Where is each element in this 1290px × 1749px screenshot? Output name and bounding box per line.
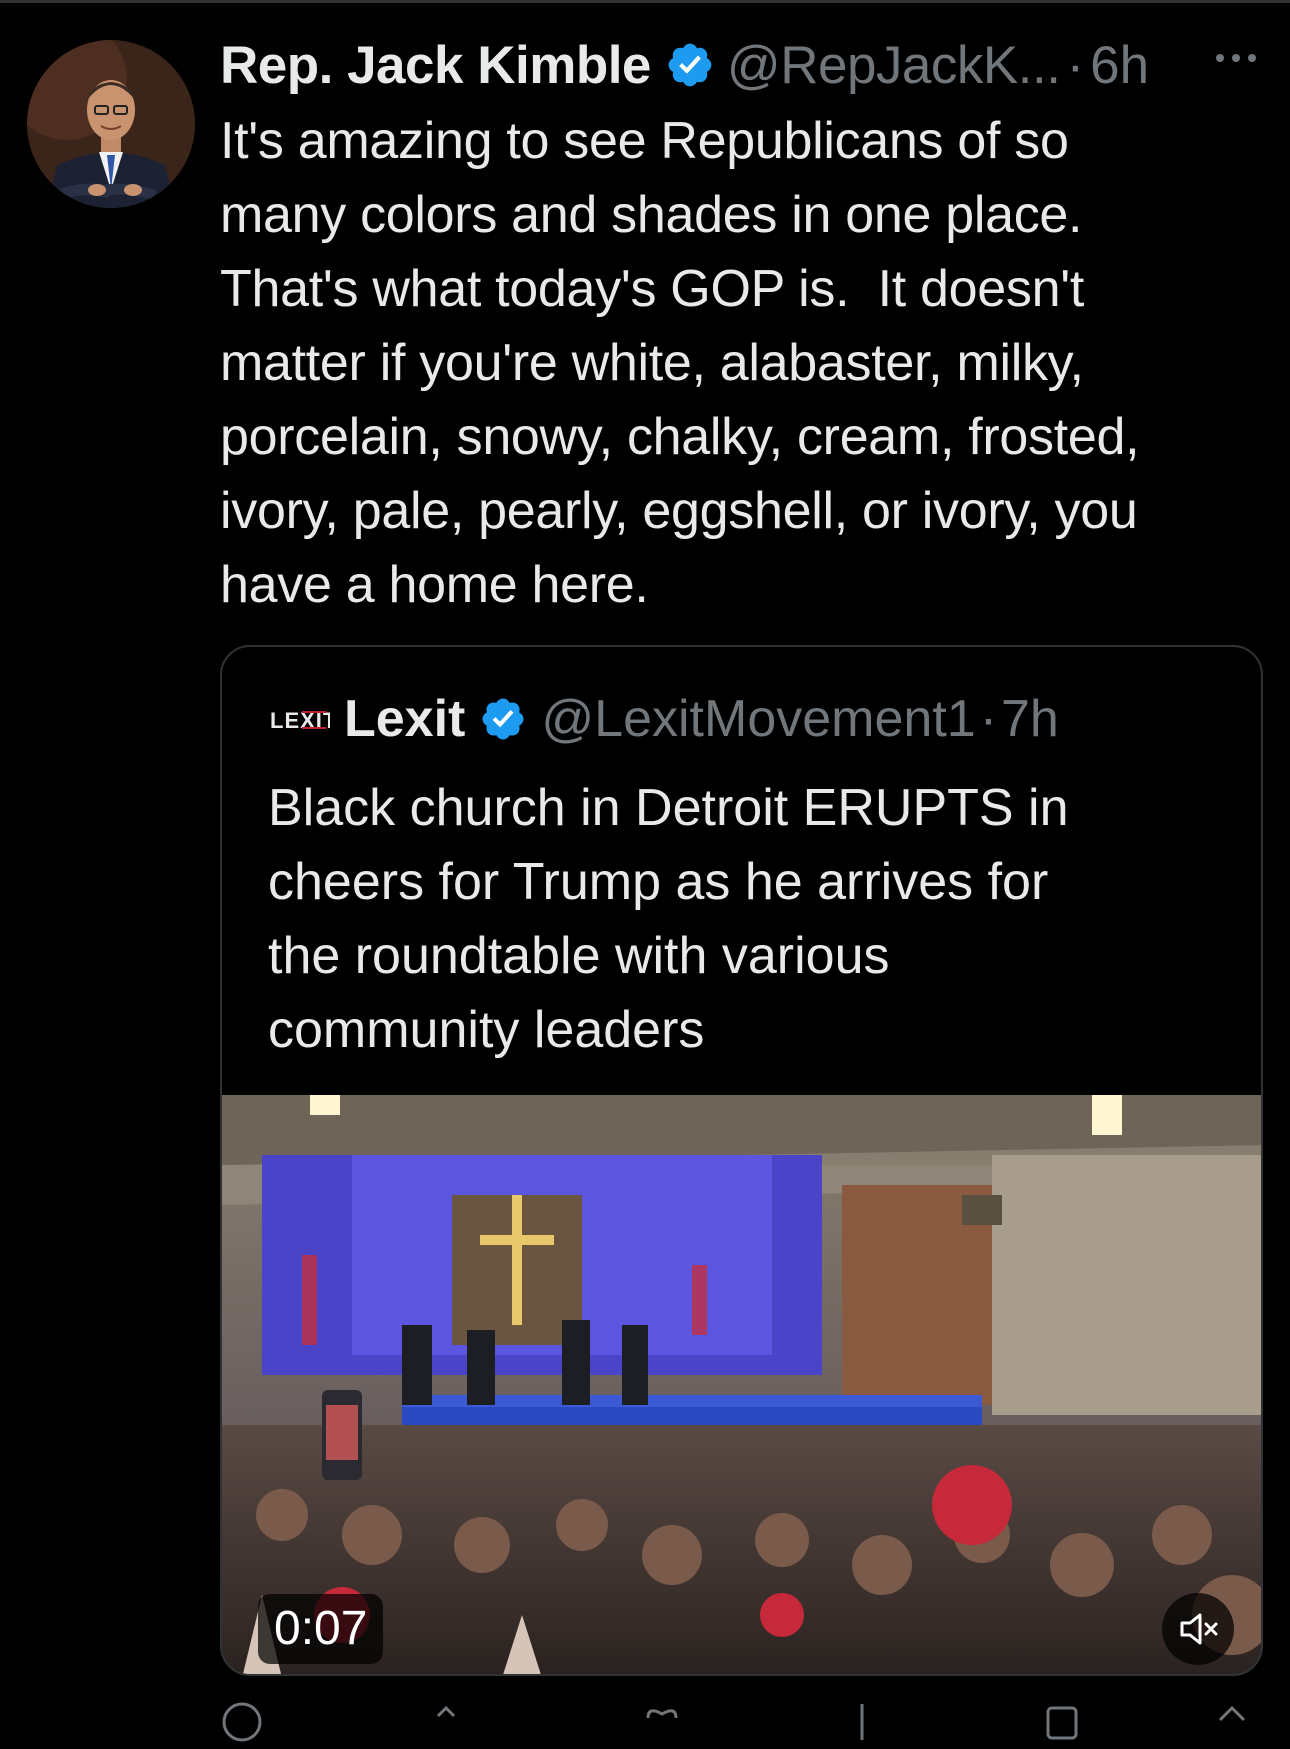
share-icon [1218,1705,1246,1722]
reply-button[interactable] [220,1700,264,1742]
quoted-verified-badge-icon [482,698,524,740]
action-bar [220,1700,1260,1742]
like-button[interactable] [640,1700,684,1723]
quoted-header: LEXIT Lexit @LexitMovement1 · 7h [268,683,1248,755]
author-name[interactable]: Rep. Jack Kimble [220,35,651,96]
bookmark-button[interactable] [1040,1700,1084,1740]
video-timestamp: 0:07 [258,1594,384,1664]
tweet-time[interactable]: 6h [1090,35,1149,96]
views-button[interactable] [840,1700,884,1740]
quoted-separator-dot: · [979,690,998,748]
tweet-text: It's amazing to see Republicans of so ma… [220,112,1140,614]
reply-icon [222,1702,262,1742]
speaker-muted-icon [1180,1613,1218,1645]
video-player[interactable]: 0:07 [222,1095,1261,1674]
author-handle[interactable]: @RepJackK... [727,35,1061,96]
avatar[interactable] [27,40,195,208]
avatar-image [27,40,195,208]
separator-dot: · [1066,35,1085,95]
verified-badge-icon [668,43,712,87]
tweet-header: Rep. Jack Kimble @RepJackK... · 6h [220,30,1260,100]
like-icon [646,1709,678,1719]
views-icon [860,1704,864,1740]
share-button[interactable] [1210,1700,1254,1723]
lexit-logo: LEXIT [268,707,330,733]
quoted-text: Black church in Detroit ERUPTS in cheers… [268,779,1069,1059]
quoted-tweet[interactable]: LEXIT Lexit @LexitMovement1 · 7h Black c… [220,645,1263,1676]
video-frame [222,1095,1261,1674]
quoted-time[interactable]: 7h [1001,689,1059,749]
quoted-author-handle[interactable]: @LexitMovement1 [541,689,975,749]
more-options-icon[interactable] [1212,48,1260,68]
repost-icon [436,1705,456,1718]
quoted-author-name[interactable]: Lexit [344,689,465,749]
repost-button[interactable] [430,1700,474,1723]
tweet[interactable]: Rep. Jack Kimble @RepJackK... · 6h It's … [0,0,1290,1742]
bookmark-icon [1046,1706,1078,1740]
mute-button[interactable] [1162,1593,1234,1665]
